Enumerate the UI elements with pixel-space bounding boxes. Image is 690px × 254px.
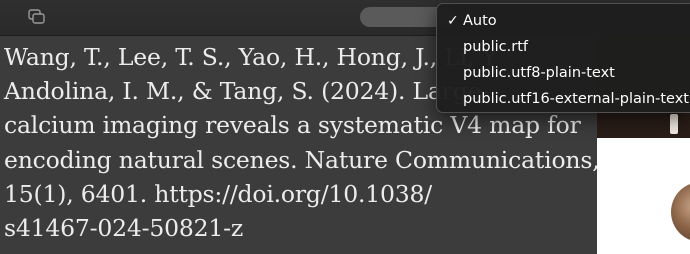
menu-item-label: public.utf8-plain-text <box>463 65 615 81</box>
background-window-avatar <box>671 182 690 242</box>
menu-item-public-utf16-external-plain-text[interactable]: public.utf16-external-plain-text <box>437 88 690 110</box>
citation-line: encoding natural scenes. Nature Communic… <box>4 145 600 174</box>
menu-item-label: public.rtf <box>463 39 528 55</box>
background-window-glyph <box>670 114 678 134</box>
menu-item-public-rtf[interactable]: public.rtf <box>437 36 690 58</box>
menu-item-label: Auto <box>463 13 497 29</box>
citation-line: calcium imaging reveals a systematic V4 … <box>4 111 581 140</box>
checkmark-icon: ✓ <box>447 13 459 29</box>
format-dropdown-menu: ✓ Auto public.rtf public.utf8-plain-text… <box>436 3 690 113</box>
menu-item-auto[interactable]: ✓ Auto <box>437 10 690 32</box>
citation-line: 15(1), 6401. https://doi.org/10.1038/ <box>4 179 432 208</box>
citation-line: s41467-024-50821-z <box>4 214 244 243</box>
menu-item-public-utf8-plain-text[interactable]: public.utf8-plain-text <box>437 62 690 84</box>
menu-item-label: public.utf16-external-plain-text <box>463 91 689 107</box>
copy-icon[interactable] <box>28 9 46 25</box>
